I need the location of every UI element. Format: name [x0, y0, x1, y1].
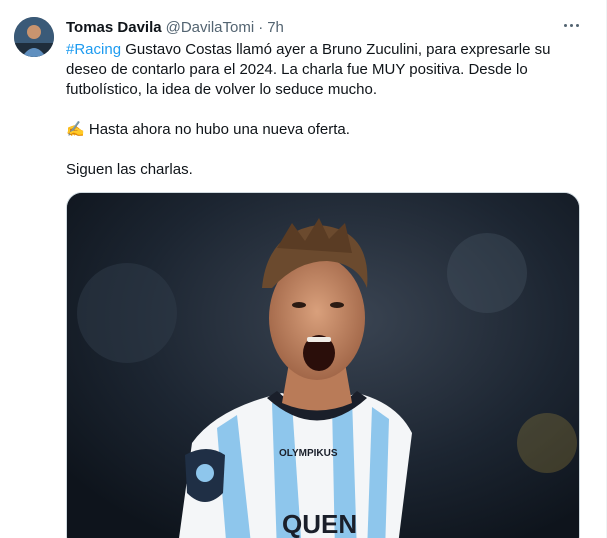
writing-hand-icon: ✍️	[66, 121, 85, 138]
jersey-text: QUEN	[282, 509, 357, 538]
separator-dot: ·	[258, 18, 264, 36]
tweet-text-segment: Hasta ahora no hubo una nueva oferta.	[84, 121, 350, 138]
jersey-sponsor: OLYMPIKUS	[279, 448, 338, 459]
tweet-text-line: #Racing Gustavo Costas llamó ayer a Brun…	[66, 40, 576, 60]
tweet-media-image[interactable]: OLYMPIKUS QUEN	[66, 192, 580, 538]
author-handle[interactable]: @DavilaTomi	[166, 19, 255, 36]
timestamp[interactable]: 7h	[267, 19, 284, 36]
hashtag-link[interactable]: #Racing	[66, 41, 121, 58]
tweet-text-line: ✍️ Hasta ahora no hubo una nueva oferta.	[66, 120, 576, 140]
tweet-text: #Racing Gustavo Costas llamó ayer a Brun…	[66, 40, 576, 180]
tweet-text-line: Siguen las charlas.	[66, 161, 193, 178]
tweet-text-line: futbolístico, la idea de volver lo seduc…	[66, 81, 378, 98]
tweet-header: Tomas Davila @DavilaTomi · 7h	[66, 17, 576, 37]
tweet[interactable]: Tomas Davila @DavilaTomi · 7h #Racing Gu…	[0, 0, 607, 538]
tweet-text-segment: Gustavo Costas llamó ayer a Bruno Zuculi…	[121, 41, 551, 58]
more-options-icon[interactable]	[560, 14, 582, 36]
player-photo: OLYMPIKUS QUEN	[67, 193, 579, 538]
avatar-image	[14, 17, 54, 57]
avatar[interactable]	[14, 17, 54, 57]
author-name[interactable]: Tomas Davila	[66, 19, 162, 36]
tweet-text-line: deseo de contarlo para el 2024. La charl…	[66, 61, 528, 78]
